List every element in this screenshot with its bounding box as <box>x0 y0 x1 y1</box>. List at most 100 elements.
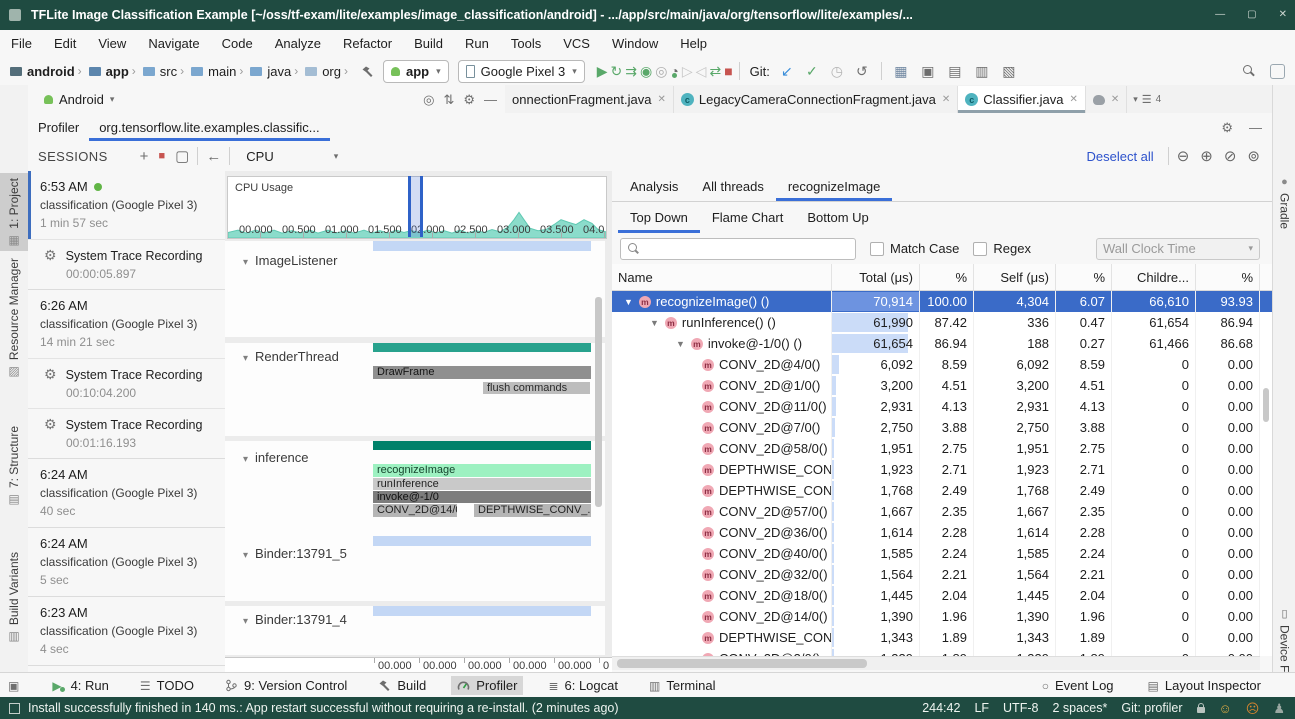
thread-label-binder-13791_5[interactable]: ▾Binder:13791_5 <box>243 546 347 561</box>
trace-event-bar[interactable]: DrawFrame <box>373 366 591 379</box>
table-row[interactable]: mCONV_2D@7/0()2,7503.882,7503.8800.00 <box>612 417 1272 438</box>
add-session-icon[interactable]: + <box>140 149 149 164</box>
reset-zoom-icon[interactable]: ⊘ <box>1224 149 1237 164</box>
session-artifacts-icon[interactable]: ▢ <box>175 149 189 164</box>
build-icon[interactable] <box>361 65 374 78</box>
status-indent-setting[interactable]: 2 spaces* <box>1052 701 1107 715</box>
search-input[interactable] <box>620 238 856 260</box>
table-row[interactable]: mCONV_2D@1/0()3,2004.513,2004.5100.00 <box>612 375 1272 396</box>
menu-code[interactable]: Code <box>211 36 264 51</box>
analysis-subtab-top-down[interactable]: Top Down <box>618 203 700 233</box>
apply-changes-icon[interactable]: ⇉ <box>625 63 637 79</box>
status-message[interactable]: Install successfully finished in 140 ms.… <box>28 701 619 715</box>
menu-analyze[interactable]: Analyze <box>264 36 332 51</box>
editor-tab-capture[interactable]: ✕ <box>1086 86 1127 113</box>
column-header-4[interactable]: % <box>1056 264 1112 290</box>
zoom-in-icon[interactable]: ⊕ <box>1200 149 1213 164</box>
search-icon[interactable] <box>1242 64 1256 78</box>
table-row[interactable]: mCONV_2D@3/0()1,3391.891,3391.8900.00 <box>612 648 1272 656</box>
sad-face-icon[interactable]: ☹ <box>1246 702 1260 715</box>
editor-tab-classifier-java[interactable]: cClassifier.java✕ <box>958 86 1086 113</box>
status-line-ending[interactable]: LF <box>974 701 989 715</box>
toolwindow-icon[interactable]: ▣ <box>8 680 19 692</box>
inspections-icon[interactable]: ♟ <box>1273 702 1285 715</box>
breadcrumb-item-main[interactable]: main› <box>187 64 246 79</box>
status-git-branch[interactable]: Git: profiler <box>1121 701 1182 715</box>
settings-icon[interactable]: ⚙ <box>1221 121 1233 134</box>
menu-window[interactable]: Window <box>601 36 669 51</box>
thread-label-binder-13791_4[interactable]: ▾Binder:13791_4 <box>243 612 347 627</box>
stripe-item-resource-manager[interactable]: Resource Manager▨ <box>0 253 28 382</box>
table-row[interactable]: mCONV_2D@58/0()1,9512.751,9512.7500.00 <box>612 438 1272 459</box>
collapse-all-icon[interactable]: ⇅ <box>443 93 454 106</box>
menu-view[interactable]: View <box>87 36 137 51</box>
table-row[interactable]: mCONV_2D@4/0()6,0928.596,0928.5900.00 <box>612 354 1272 375</box>
breadcrumb-item-java[interactable]: java› <box>246 64 301 79</box>
editor-tab-onnectionfragment-java[interactable]: onnectionFragment.java✕ <box>505 86 674 113</box>
menu-run[interactable]: Run <box>454 36 500 51</box>
minimize-button[interactable]: — <box>1215 10 1225 20</box>
stripe-item-gradle[interactable]: ●Gradle <box>1273 173 1295 233</box>
table-row[interactable]: mDEPTHWISE_CONV_2D@1,9232.711,9232.7100.… <box>612 459 1272 480</box>
menu-help[interactable]: Help <box>669 36 718 51</box>
analysis-subtab-bottom-up[interactable]: Bottom Up <box>795 203 880 233</box>
close-icon[interactable]: ✕ <box>1069 94 1077 105</box>
run-icon[interactable]: ▶ <box>597 63 608 79</box>
table-row[interactable]: mCONV_2D@32/0()1,5642.211,5642.2100.00 <box>612 564 1272 585</box>
toolwindow-button-4-run[interactable]: ▶4: Run <box>46 676 115 695</box>
analysis-tab-analysis[interactable]: Analysis <box>618 171 690 201</box>
table-row[interactable]: ▼mrecognizeImage() ()70,914100.004,3046.… <box>612 291 1272 312</box>
column-header-3[interactable]: Self (μs) <box>974 264 1056 290</box>
timeline-scrollbar[interactable] <box>595 297 602 507</box>
toolwindow-button-6-logcat[interactable]: ≣6: Logcat <box>542 676 624 695</box>
debug-icon[interactable]: ◉ <box>640 63 652 79</box>
recording-item[interactable]: ⚙System Trace Recording00:00:05.897 <box>28 239 225 289</box>
menu-refactor[interactable]: Refactor <box>332 36 403 51</box>
table-row[interactable]: mDEPTHWISE_CONV_2D@1,7682.491,7682.4900.… <box>612 480 1272 501</box>
analysis-tab-all-threads[interactable]: All threads <box>690 171 775 201</box>
restart-activity-icon[interactable]: ⇄ <box>709 63 721 79</box>
status-caret-position[interactable]: 244:42 <box>922 701 960 715</box>
recording-item[interactable]: ⚙System Trace Recording00:10:04.200 <box>28 358 225 408</box>
toolwindow-button-terminal[interactable]: ▥Terminal <box>643 676 721 695</box>
breadcrumb-item-org[interactable]: org› <box>301 64 351 79</box>
maximize-button[interactable]: ▢ <box>1247 10 1256 20</box>
trace-event-bar[interactable]: recognizeImage <box>373 464 591 477</box>
project-structure-icon[interactable]: ▦ <box>890 64 912 78</box>
profile-disabled-icon[interactable]: ▷ <box>682 63 693 79</box>
commit-icon[interactable]: ✓ <box>801 64 823 78</box>
thread-label-renderthread[interactable]: ▾RenderThread <box>243 349 339 364</box>
menu-vcs[interactable]: VCS <box>552 36 601 51</box>
profiler-tab-profiler[interactable]: Profiler <box>28 114 89 141</box>
menu-navigate[interactable]: Navigate <box>137 36 210 51</box>
table-row[interactable]: mCONV_2D@14/0()1,3901.961,3901.9600.00 <box>612 606 1272 627</box>
trace-event-bar[interactable]: runInference <box>373 478 591 490</box>
history-icon[interactable]: ◷ <box>826 64 848 78</box>
toolwindow-icon[interactable]: ▣ <box>917 64 939 78</box>
session-item[interactable]: 6:26 AMclassification (Google Pixel 3)14… <box>28 290 225 358</box>
table-row[interactable]: ▼minvoke@-1/0() ()61,65486.941880.2761,4… <box>612 333 1272 354</box>
trace-event-bar[interactable]: invoke@-1/0 <box>373 491 591 503</box>
breadcrumb-item-src[interactable]: src› <box>139 64 187 79</box>
recording-item[interactable]: ⚙System Trace Recording00:01:16.193 <box>28 408 225 458</box>
table-row[interactable]: mCONV_2D@40/0()1,5852.241,5852.2400.00 <box>612 543 1272 564</box>
avatar-icon[interactable] <box>1270 64 1285 79</box>
column-header-6[interactable]: % <box>1196 264 1260 290</box>
regex-checkbox[interactable] <box>973 242 987 256</box>
stripe-item-build-variants[interactable]: Build Variants▥ <box>0 547 28 647</box>
device-sync-icon[interactable]: ▥ <box>971 64 993 78</box>
table-row[interactable]: mCONV_2D@57/0()1,6672.351,6672.3500.00 <box>612 501 1272 522</box>
attach-profiler-icon[interactable]: ◁ <box>696 63 707 79</box>
expand-arrow-icon[interactable]: ▼ <box>624 297 633 307</box>
toolwindow-button-9-version-control[interactable]: 9: Version Control <box>219 676 353 695</box>
breadcrumb-item-android[interactable]: android› <box>6 64 85 79</box>
column-header-5[interactable]: Childre... <box>1112 264 1196 290</box>
toolwindow-button-build[interactable]: Build <box>372 676 432 695</box>
thread-label-inference[interactable]: ▾inference <box>243 450 309 465</box>
hide-icon[interactable]: — <box>484 93 497 106</box>
editor-tab-legacycameraconnectionfragment-java[interactable]: cLegacyCameraConnectionFragment.java✕ <box>674 86 958 113</box>
table-horizontal-scrollbar[interactable] <box>612 656 1260 670</box>
project-view-selector[interactable]: Android <box>59 92 104 107</box>
close-icon[interactable]: ✕ <box>1111 94 1119 105</box>
close-button[interactable]: ✕ <box>1279 10 1287 20</box>
